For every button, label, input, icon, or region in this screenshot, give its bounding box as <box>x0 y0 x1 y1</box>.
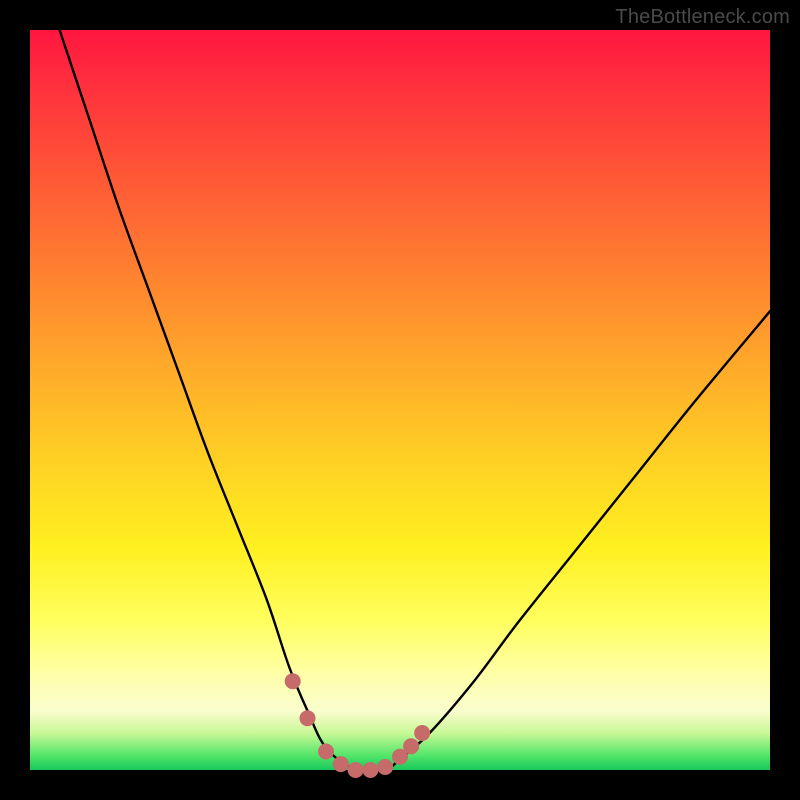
highlight-dot <box>377 759 393 775</box>
highlight-dot <box>333 756 349 772</box>
curve-svg <box>30 30 770 770</box>
watermark-text: TheBottleneck.com <box>615 6 790 29</box>
highlight-dot <box>318 744 334 760</box>
bottleneck-curve <box>60 30 770 772</box>
highlight-dot <box>348 762 364 778</box>
highlight-dot <box>362 762 378 778</box>
highlight-dots <box>285 673 431 778</box>
highlight-dot <box>285 673 301 689</box>
highlight-dot <box>403 738 419 754</box>
highlight-dot <box>300 710 316 726</box>
chart-frame: TheBottleneck.com <box>0 0 800 800</box>
highlight-dot <box>414 725 430 741</box>
plot-area <box>30 30 770 770</box>
